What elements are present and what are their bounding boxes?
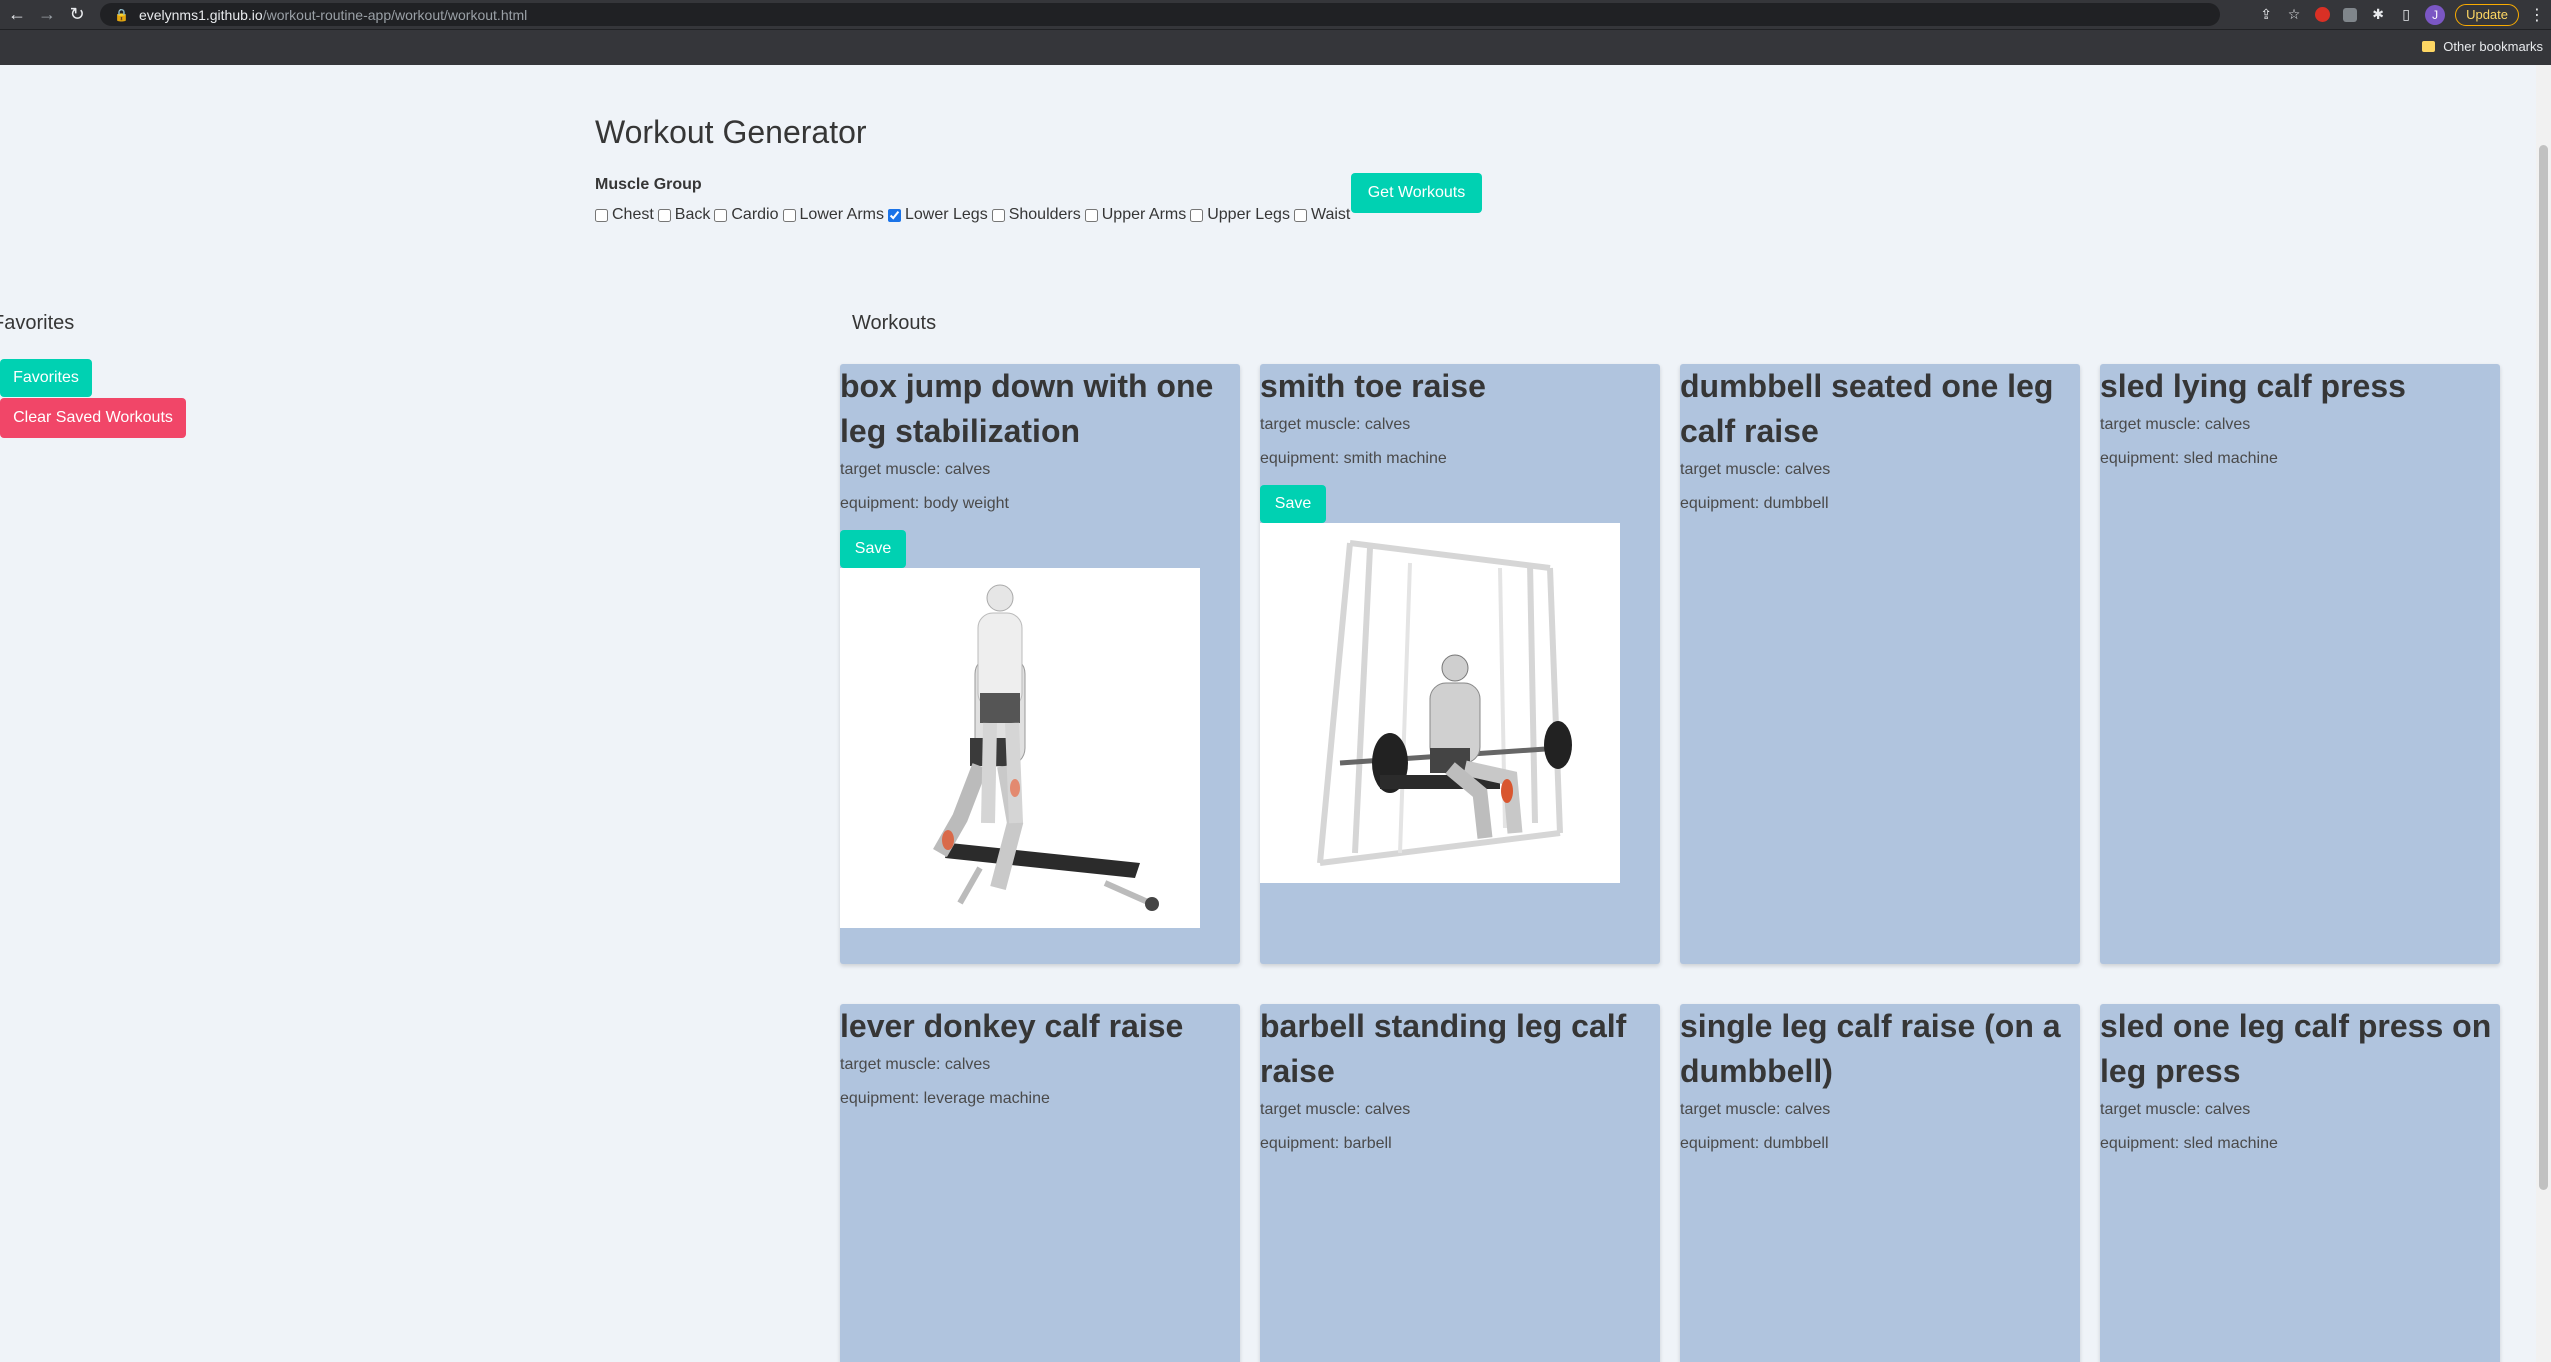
- muscle-group-option-label: Upper Legs: [1207, 206, 1290, 223]
- workout-card-title: box jump down with one leg stabilization: [840, 368, 1214, 449]
- workout-target-muscle: target muscle: calves: [1680, 1101, 1831, 1118]
- extension-red-icon[interactable]: [2313, 6, 2331, 24]
- workout-target-muscle: target muscle: calves: [840, 461, 991, 478]
- muscle-group-checkbox[interactable]: [595, 208, 608, 222]
- workout-equipment: equipment: sled machine: [2100, 450, 2278, 467]
- smith-machine-illustration: [1260, 523, 1620, 883]
- exercise-image: [840, 568, 1200, 928]
- muscle-group-option-label: Back: [674, 206, 711, 223]
- muscle-group-checkbox[interactable]: [714, 208, 728, 222]
- lock-icon: 🔒: [114, 7, 129, 22]
- reload-icon[interactable]: ↻: [64, 2, 90, 28]
- muscle-group-option-label: Cardio: [731, 206, 779, 223]
- workout-card: box jump down with one leg stabilization…: [840, 364, 1240, 964]
- muscle-group-checkbox[interactable]: [1190, 208, 1204, 222]
- forward-arrow-icon[interactable]: →: [34, 2, 60, 28]
- update-button[interactable]: Update: [2455, 3, 2519, 26]
- menu-dots-icon[interactable]: ⋮: [2529, 5, 2545, 25]
- get-workouts-button[interactable]: Get Workouts: [1351, 173, 1482, 213]
- favorites-button[interactable]: Favorites: [0, 359, 92, 397]
- exercise-image: [1260, 523, 1620, 883]
- muscle-group-option[interactable]: Upper Legs: [1190, 206, 1290, 224]
- workout-equipment: equipment: barbell: [1260, 1135, 1392, 1152]
- box-jump-illustration: [840, 568, 1200, 928]
- muscle-group-checkbox[interactable]: [1084, 208, 1098, 222]
- workout-equipment: equipment: dumbbell: [1680, 495, 1829, 512]
- back-arrow-icon[interactable]: ←: [4, 2, 30, 28]
- workout-equipment: equipment: leverage machine: [840, 1090, 1050, 1107]
- other-bookmarks[interactable]: Other bookmarks: [2422, 39, 2543, 54]
- sidebar-icon[interactable]: ▯: [2397, 6, 2415, 24]
- workouts-heading: Workouts: [852, 312, 937, 334]
- workout-card: lever donkey calf raise target muscle: ca…: [840, 1004, 1240, 1362]
- workout-card-title: barbell standing leg calf raise: [1260, 1008, 1627, 1089]
- other-bookmarks-label: Other bookmarks: [2443, 39, 2543, 54]
- muscle-group-checkbox[interactable]: [782, 208, 796, 222]
- workout-target-muscle: target muscle: calves: [1260, 416, 1411, 433]
- muscle-group-option-label: Shoulders: [1008, 206, 1081, 223]
- workout-card-title: lever donkey calf raise: [840, 1008, 1184, 1044]
- workout-equipment: equipment: body weight: [840, 495, 1009, 512]
- muscle-group-option[interactable]: Waist: [1293, 206, 1351, 224]
- muscle-group-option-label: Waist: [1310, 206, 1351, 223]
- workout-card-title: smith toe raise: [1260, 368, 1486, 404]
- muscle-group-option-label: Upper Arms: [1101, 206, 1187, 223]
- muscle-group-option[interactable]: Upper Arms: [1084, 206, 1187, 224]
- workout-card: smith toe raise target muscle: calves equi…: [1260, 364, 1660, 964]
- workout-card-title: dumbbell seated one leg calf raise: [1680, 368, 2054, 449]
- url-path: /workout-routine-app/workout/workout.htm…: [262, 6, 528, 23]
- workout-card: sled lying calf press target muscle: calv…: [2100, 364, 2500, 964]
- workout-equipment: equipment: smith machine: [1260, 450, 1447, 467]
- workout-card: single leg calf raise (on a dumbbell) tar…: [1680, 1004, 2080, 1362]
- star-icon[interactable]: ☆: [2285, 6, 2303, 24]
- folder-icon: [2422, 41, 2436, 52]
- muscle-group-checkbox[interactable]: [887, 208, 901, 222]
- muscle-group-option[interactable]: Shoulders: [991, 206, 1081, 224]
- muscle-group-checkboxes: Chest Back Cardio Lower Arms Lower Legs Shoul…: [595, 206, 1354, 224]
- workout-target-muscle: target muscle: calves: [2100, 416, 2251, 433]
- workout-target-muscle: target muscle: calves: [1680, 461, 1831, 478]
- muscle-group-option[interactable]: Cardio: [714, 206, 779, 224]
- muscle-group-option[interactable]: Chest: [595, 206, 654, 224]
- workout-card-title: sled lying calf press: [2100, 368, 2406, 404]
- workout-card: barbell standing leg calf raise target mu…: [1260, 1004, 1660, 1362]
- muscle-group-label: Muscle Group: [595, 176, 702, 193]
- workout-card: dumbbell seated one leg calf raise target…: [1680, 364, 2080, 964]
- address-bar[interactable]: 🔒 evelynms1.github.io/workout-routine-ap…: [100, 3, 2220, 26]
- workout-card-title: single leg calf raise (on a dumbbell): [1680, 1008, 2061, 1089]
- workout-card-title: sled one leg calf press on leg press: [2100, 1008, 2492, 1089]
- muscle-group-checkbox[interactable]: [657, 208, 671, 222]
- workout-target-muscle: target muscle: calves: [1260, 1101, 1411, 1118]
- share-icon[interactable]: ⇪: [2257, 6, 2275, 24]
- bookmarks-bar: Other bookmarks: [0, 29, 2551, 65]
- muscle-group-checkbox[interactable]: [1293, 208, 1307, 222]
- extension-gray-icon[interactable]: [2341, 6, 2359, 24]
- browser-actions: ⇪ ☆ ✱ ▯ J Update ⋮: [2257, 0, 2551, 29]
- muscle-group-option-label: Lower Legs: [904, 206, 988, 223]
- muscle-group-option-label: Lower Arms: [799, 206, 884, 223]
- favorites-heading: Favorites: [0, 312, 75, 334]
- workout-target-muscle: target muscle: calves: [840, 1056, 991, 1073]
- scrollbar-thumb[interactable]: [2539, 145, 2548, 1190]
- muscle-group-option[interactable]: Lower Legs: [887, 206, 988, 224]
- workout-equipment: equipment: sled machine: [2100, 1135, 2278, 1152]
- workout-card: sled one leg calf press on leg press targ…: [2100, 1004, 2500, 1362]
- profile-avatar[interactable]: J: [2425, 4, 2446, 25]
- url-host: evelynms1.github.io: [138, 6, 263, 23]
- puzzle-icon[interactable]: ✱: [2369, 6, 2387, 24]
- workout-equipment: equipment: dumbbell: [1680, 1135, 1829, 1152]
- workout-target-muscle: target muscle: calves: [2100, 1101, 2251, 1118]
- muscle-group-option[interactable]: Back: [657, 206, 711, 224]
- save-workout-button[interactable]: Save: [840, 530, 906, 568]
- muscle-group-option-label: Chest: [612, 206, 654, 223]
- muscle-group-option[interactable]: Lower Arms: [782, 206, 884, 224]
- browser-toolbar: ← → ↻ 🔒 evelynms1.github.io/workout-rout…: [0, 0, 2551, 29]
- muscle-group-checkbox[interactable]: [991, 208, 1005, 222]
- page-title: Workout Generator: [595, 114, 867, 150]
- clear-saved-workouts-button[interactable]: Clear Saved Workouts: [0, 398, 186, 438]
- save-workout-button[interactable]: Save: [1260, 485, 1326, 523]
- page-scrollbar[interactable]: [2536, 65, 2551, 1362]
